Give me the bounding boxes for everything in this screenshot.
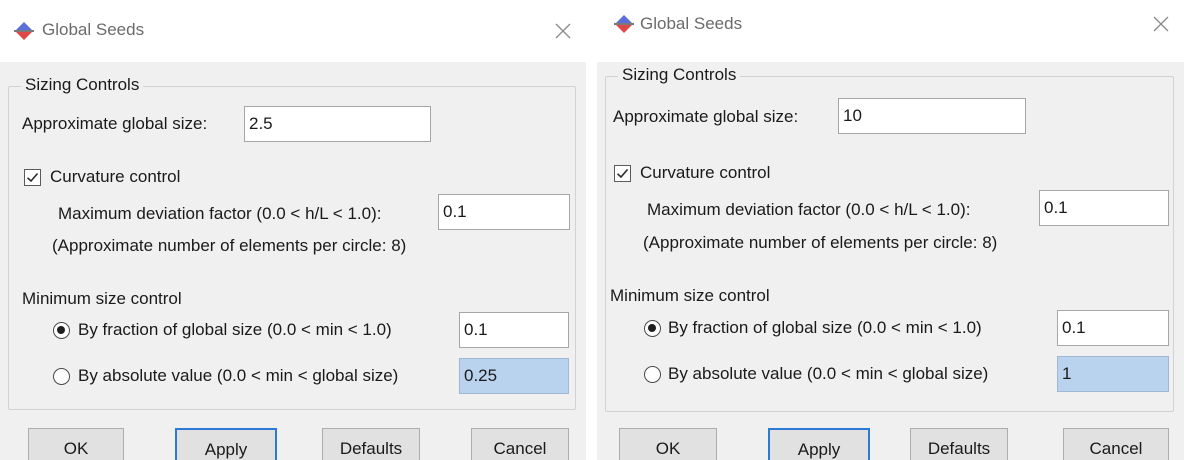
global-size-label: Approximate global size: xyxy=(613,107,799,126)
elements-note: (Approximate number of elements per circ… xyxy=(643,233,998,252)
absolute-input[interactable]: 0.25 xyxy=(459,358,569,394)
min-size-label: Minimum size control xyxy=(22,289,182,308)
absolute-radio[interactable] xyxy=(53,368,70,385)
close-icon[interactable] xyxy=(554,22,572,40)
apply-button[interactable]: Apply xyxy=(175,428,277,460)
ok-button[interactable]: OK xyxy=(28,428,124,460)
fraction-input[interactable]: 0.1 xyxy=(1057,310,1169,346)
title-bar: Global Seeds xyxy=(597,0,1184,62)
curvature-checkbox[interactable] xyxy=(614,165,631,182)
elements-note: (Approximate number of elements per circ… xyxy=(52,236,407,255)
app-icon xyxy=(14,22,34,40)
fraction-radio[interactable] xyxy=(644,320,661,337)
deviation-input[interactable]: 0.1 xyxy=(438,194,570,230)
cancel-button[interactable]: Cancel xyxy=(1063,428,1169,460)
absolute-input[interactable]: 1 xyxy=(1057,356,1169,392)
fraction-label: By fraction of global size (0.0 < min < … xyxy=(78,320,392,339)
curvature-label: Curvature control xyxy=(50,167,181,186)
dialog-title: Global Seeds xyxy=(42,20,145,39)
checkmark-icon xyxy=(616,168,629,179)
absolute-label: By absolute value (0.0 < min < global si… xyxy=(668,364,989,383)
absolute-label: By absolute value (0.0 < min < global si… xyxy=(78,366,399,385)
group-title: Sizing Controls xyxy=(618,65,741,85)
group-title: Sizing Controls xyxy=(21,75,144,95)
checkmark-icon xyxy=(26,172,39,183)
min-size-label: Minimum size control xyxy=(610,286,770,305)
ok-button[interactable]: OK xyxy=(619,428,717,460)
global-size-input[interactable]: 10 xyxy=(838,98,1026,134)
app-icon xyxy=(614,15,634,33)
defaults-button[interactable]: Defaults xyxy=(322,428,420,460)
global-size-input[interactable]: 2.5 xyxy=(244,106,431,142)
title-bar: Global Seeds xyxy=(0,0,586,62)
global-size-label: Approximate global size: xyxy=(22,114,208,133)
deviation-input[interactable]: 0.1 xyxy=(1039,190,1169,226)
curvature-label: Curvature control xyxy=(640,163,771,182)
curvature-checkbox[interactable] xyxy=(24,169,41,186)
deviation-label: Maximum deviation factor (0.0 < h/L < 1.… xyxy=(647,200,971,219)
deviation-label: Maximum deviation factor (0.0 < h/L < 1.… xyxy=(58,204,382,223)
global-seeds-dialog: Global Seeds Sizing Controls Approximate… xyxy=(597,0,1184,460)
fraction-radio[interactable] xyxy=(53,322,70,339)
fraction-input[interactable]: 0.1 xyxy=(459,312,569,348)
dialog-title: Global Seeds xyxy=(640,14,743,33)
close-icon[interactable] xyxy=(1152,15,1170,33)
cancel-button[interactable]: Cancel xyxy=(471,428,569,460)
apply-button[interactable]: Apply xyxy=(768,428,870,460)
global-seeds-dialog: Global Seeds Sizing Controls Approximate… xyxy=(0,0,586,460)
fraction-label: By fraction of global size (0.0 < min < … xyxy=(668,318,982,337)
absolute-radio[interactable] xyxy=(644,366,661,383)
defaults-button[interactable]: Defaults xyxy=(910,428,1008,460)
